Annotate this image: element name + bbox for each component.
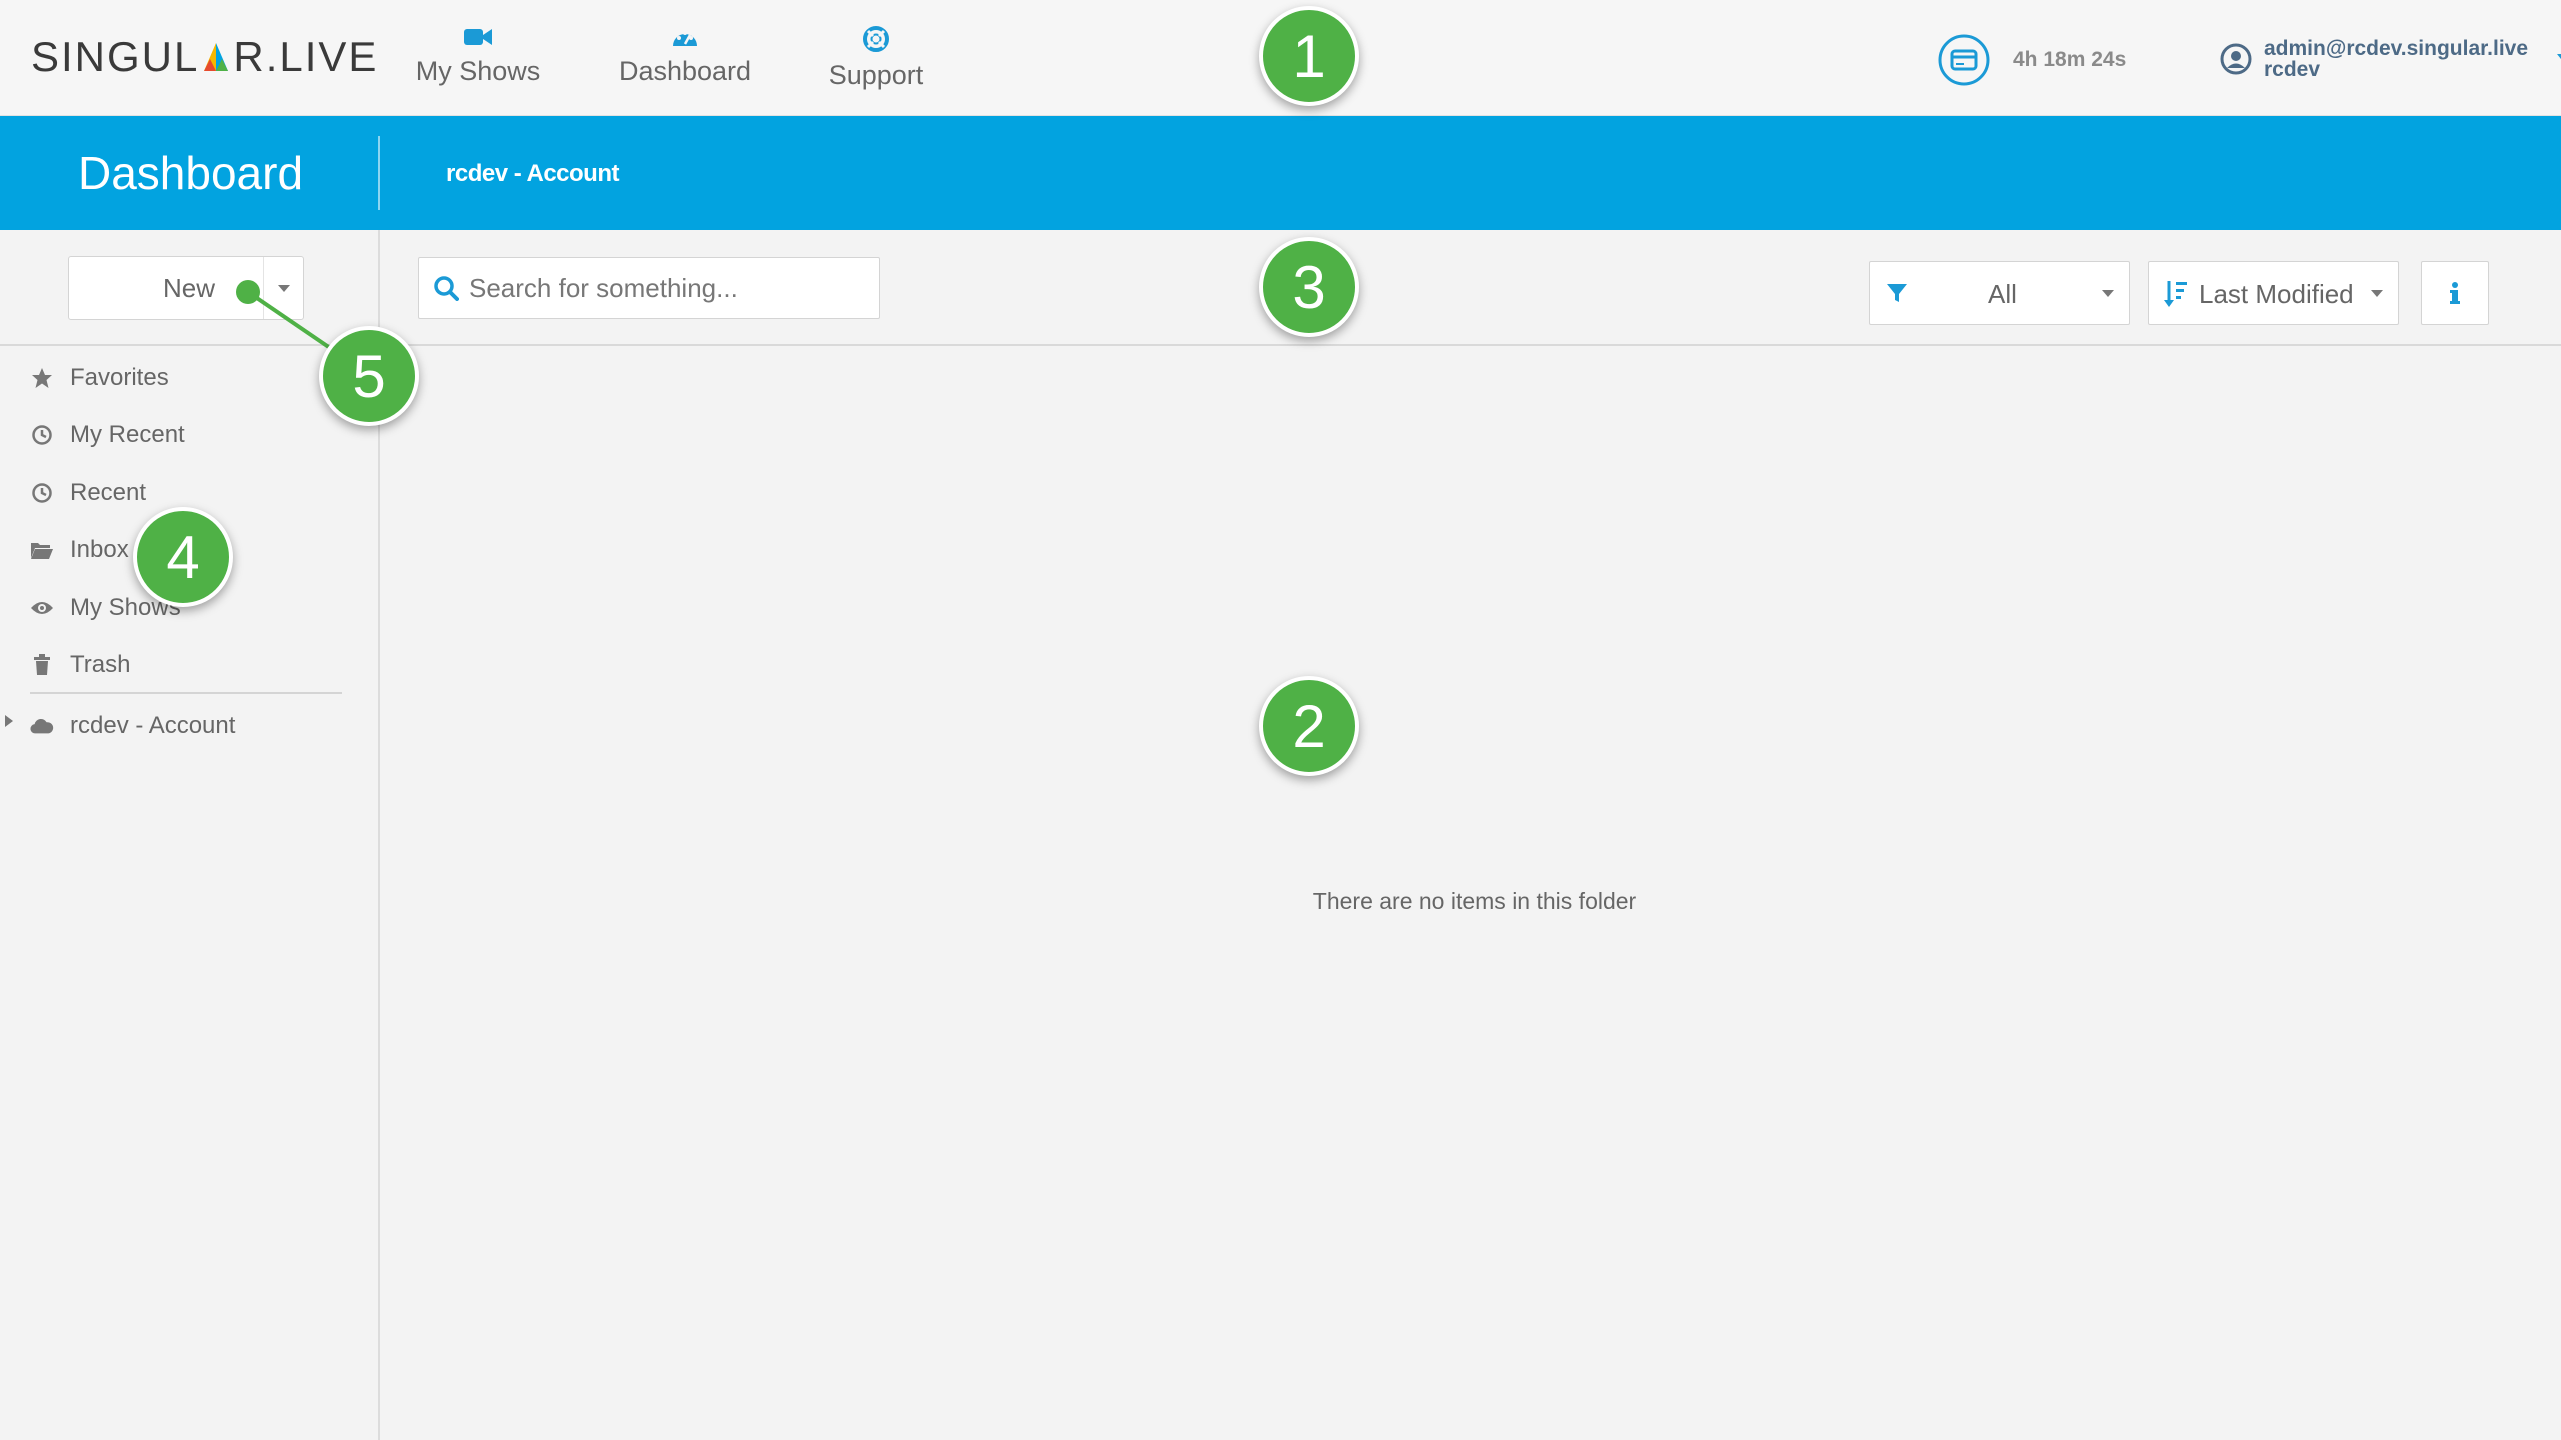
content-area: There are no items in this folder <box>382 348 2561 1440</box>
sidebar-item-favorites[interactable]: Favorites <box>30 358 169 398</box>
new-dropdown-toggle[interactable] <box>263 257 303 319</box>
nav-support[interactable]: Support <box>826 26 926 91</box>
callout-badge-1: 1 <box>1259 6 1359 106</box>
clock-icon <box>30 481 54 505</box>
callout-number: 4 <box>166 523 200 591</box>
nav-dashboard-label: Dashboard <box>618 56 752 86</box>
folder-open-icon <box>30 538 54 562</box>
breadcrumb[interactable]: rcdev - Account <box>446 160 619 188</box>
nav-support-label: Support <box>828 60 924 90</box>
cloud-icon <box>30 714 54 738</box>
sidebar-item-account[interactable]: rcdev - Account <box>30 706 235 746</box>
chevron-down-icon <box>2102 290 2114 297</box>
usage-timer[interactable]: 4h 18m 24s <box>1937 34 2126 86</box>
callout-badge-2: 2 <box>1259 676 1359 776</box>
tree-expand-icon[interactable] <box>4 714 14 728</box>
sort-dropdown[interactable]: Last Modified <box>2148 261 2399 325</box>
empty-folder-text: There are no items in this folder <box>1312 888 1637 914</box>
callout-badge-3: 3 <box>1259 237 1359 337</box>
user-email: admin@rcdev.singular.live <box>2264 37 2529 60</box>
sidebar-item-label: Recent <box>70 479 147 506</box>
chevron-down-icon[interactable] <box>2556 53 2561 65</box>
video-camera-icon <box>464 29 492 45</box>
sidebar-divider <box>30 692 342 694</box>
callout-number: 3 <box>1292 253 1326 321</box>
filter-icon <box>1887 284 1907 302</box>
singular-live-logo[interactable]: SINGUL R.LIVE <box>31 33 378 81</box>
user-menu[interactable]: admin@rcdev.singular.live rcdev <box>2220 34 2561 84</box>
chevron-down-icon <box>2371 290 2383 297</box>
caret-down-icon <box>277 284 290 292</box>
sidebar-item-trash[interactable]: Trash <box>30 645 130 685</box>
sidebar-item-inbox[interactable]: Inbox <box>30 530 129 570</box>
search-box[interactable] <box>418 257 880 319</box>
search-input[interactable] <box>469 272 869 304</box>
nav-my-shows-label: My Shows <box>415 56 541 86</box>
info-button[interactable] <box>2421 261 2489 325</box>
sort-icon <box>2164 281 2187 307</box>
timer-value: 4h 18m 24s <box>2013 48 2127 71</box>
sidebar-item-label: Inbox <box>70 536 129 563</box>
nav-dashboard[interactable]: Dashboard <box>614 26 756 87</box>
page-header: Dashboard rcdev - Account <box>0 116 2561 230</box>
logo-triangle-icon <box>204 43 229 71</box>
sidebar-item-label: Trash <box>70 651 131 678</box>
filter-dropdown[interactable]: All <box>1869 261 2130 325</box>
app-window: SINGUL R.LIVE My Shows Dashboard Support… <box>0 0 2561 1440</box>
sidebar-item-label: Favorites <box>70 364 169 391</box>
trash-icon <box>30 653 54 677</box>
callout-badge-5: 5 <box>319 326 419 426</box>
page-title: Dashboard <box>78 147 304 199</box>
credit-card-icon <box>1938 34 1990 86</box>
sidebar-item-my-recent[interactable]: My Recent <box>30 415 185 455</box>
sidebar-item-recent[interactable]: Recent <box>30 473 146 513</box>
new-button[interactable]: New <box>68 256 304 320</box>
user-org: rcdev <box>2264 58 2321 81</box>
header-divider <box>378 136 380 210</box>
eye-icon <box>30 596 54 620</box>
sidebar-item-label: rcdev - Account <box>70 712 236 739</box>
star-icon <box>30 366 54 390</box>
sidebar-item-label: My Recent <box>70 421 185 448</box>
user-circle-icon <box>2220 43 2252 75</box>
callout-number: 5 <box>352 342 386 410</box>
search-icon <box>434 276 459 301</box>
callout-number: 2 <box>1292 692 1326 760</box>
logo-text-right: R.LIVE <box>233 33 379 80</box>
callout-number: 1 <box>1292 22 1326 90</box>
nav-my-shows[interactable]: My Shows <box>413 26 543 87</box>
logo-text-left: SINGUL <box>31 33 200 80</box>
clock-icon <box>30 423 54 447</box>
speedometer-icon <box>673 31 697 46</box>
empty-folder-message: There are no items in this folder <box>0 888 2561 915</box>
sort-label: Last Modified <box>2199 279 2354 309</box>
lifebuoy-icon <box>863 26 889 52</box>
info-icon <box>2450 282 2460 304</box>
new-button-label: New <box>163 272 216 303</box>
filter-label: All <box>1988 279 2017 309</box>
callout-badge-4: 4 <box>133 507 233 607</box>
